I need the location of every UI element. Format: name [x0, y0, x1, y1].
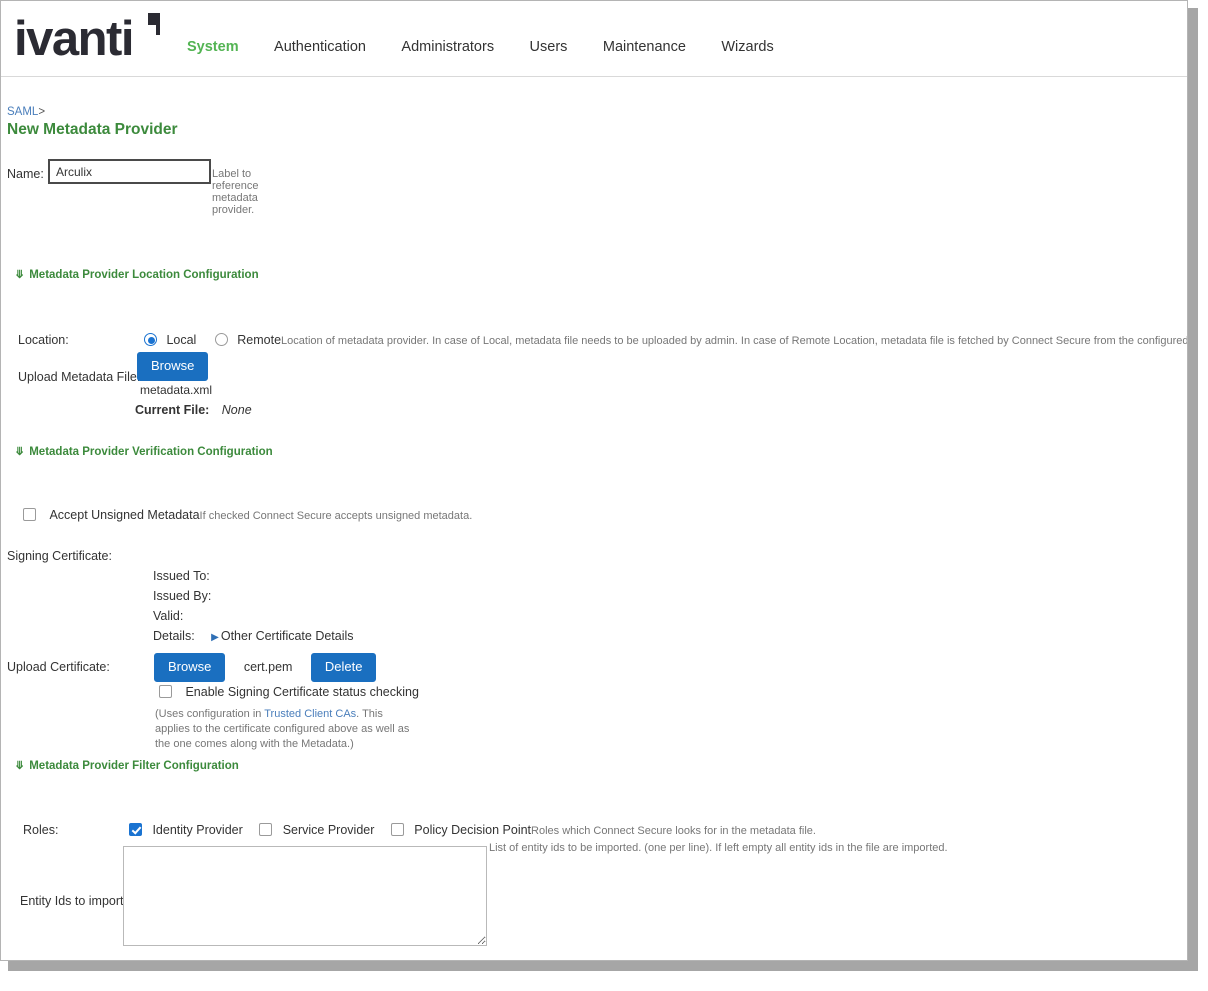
name-help-text: Label to reference metadata provider.	[212, 168, 259, 216]
upload-metadata-file-label: Upload Metadata File:	[18, 370, 141, 384]
nav-item-maintenance[interactable]: Maintenance	[603, 39, 686, 55]
accept-unsigned-label: Accept Unsigned Metadata	[49, 508, 200, 522]
browse-certificate-button[interactable]: Browse	[154, 653, 226, 682]
section-header-filter-label: Metadata Provider Filter Configuration	[29, 760, 239, 772]
chevron-down-icon: ⤋	[15, 269, 25, 281]
ivanti-logo-mark-stem-icon	[156, 13, 160, 35]
section-header-verification[interactable]: ⤋ Metadata Provider Verification Configur…	[15, 445, 273, 458]
nav-item-administrators[interactable]: Administrators	[401, 39, 494, 55]
current-file-row: Current File: None	[135, 401, 252, 419]
roles-checkbox-group: Identity Provider Service Provider Polic…	[129, 821, 816, 839]
location-radio-group: Local RemoteLocation of metadata provide…	[144, 331, 1188, 349]
upload-certificate-label: Upload Certificate:	[7, 660, 110, 674]
page-title: New Metadata Provider	[7, 121, 178, 138]
valid-label: Valid:	[153, 609, 184, 623]
location-help-text: Location of metadata provider. In case o…	[281, 335, 1188, 347]
chevron-down-icon: ⤋	[15, 446, 25, 458]
nav-item-system[interactable]: System	[187, 39, 239, 55]
role-service-provider-label: Service Provider	[282, 823, 375, 837]
section-header-location[interactable]: ⤋ Metadata Provider Location Configuratio…	[15, 268, 259, 281]
checkbox-role-identity-provider[interactable]	[129, 823, 142, 836]
checkbox-role-service-provider[interactable]	[259, 823, 273, 836]
radio-location-local-label: Local	[166, 333, 197, 347]
nav-item-authentication[interactable]: Authentication	[274, 39, 366, 55]
role-identity-provider-label: Identity Provider	[152, 823, 243, 837]
roles-help-text: Roles which Connect Secure looks for in …	[531, 825, 816, 837]
checkbox-enable-signing-cert-status-checking[interactable]	[159, 685, 172, 698]
app-window: ivanti System Authentication Administrat…	[0, 0, 1188, 961]
entity-ids-help-text: List of entity ids to be imported. (one …	[489, 842, 948, 854]
section-header-verification-label: Metadata Provider Verification Configura…	[29, 446, 273, 458]
roles-label: Roles:	[23, 823, 59, 837]
metadata-chosen-file: metadata.xml	[140, 383, 213, 397]
top-navigation-bar: ivanti System Authentication Administrat…	[1, 1, 1187, 77]
breadcrumb-item-saml[interactable]: SAML	[7, 106, 38, 118]
radio-location-remote-label: Remote	[237, 333, 282, 347]
current-file-label: Current File:	[135, 403, 210, 417]
other-certificate-details-label: Other Certificate Details	[220, 629, 354, 643]
ivanti-logo: ivanti	[14, 12, 134, 66]
upload-metadata-browse-button[interactable]: Browse	[137, 352, 209, 381]
accept-unsigned-row: Accept Unsigned MetadataIf checked Conne…	[23, 506, 472, 524]
status-check-label: Enable Signing Certificate status checki…	[185, 685, 419, 699]
details-label: Details:	[153, 629, 195, 643]
triangle-right-icon: ▶	[211, 632, 219, 643]
delete-certificate-button[interactable]: Delete	[310, 653, 377, 682]
chevron-down-icon: ⤋	[15, 760, 25, 772]
section-header-filter[interactable]: ⤋ Metadata Provider Filter Configuration	[15, 759, 239, 772]
browse-metadata-button-label[interactable]: Browse	[137, 352, 209, 381]
signing-certificate-label: Signing Certificate:	[7, 549, 112, 563]
checkbox-accept-unsigned-metadata[interactable]	[23, 508, 36, 521]
accept-unsigned-help-text: If checked Connect Secure accepts unsign…	[199, 510, 473, 522]
issued-by-label: Issued By:	[153, 589, 212, 603]
checkbox-role-policy-decision-point[interactable]	[390, 823, 404, 836]
name-input[interactable]	[48, 159, 211, 184]
nav-item-users[interactable]: Users	[530, 39, 568, 55]
nav-items: System Authentication Administrators Use…	[187, 39, 805, 57]
radio-location-remote[interactable]	[214, 333, 228, 346]
entity-ids-textarea[interactable]	[123, 846, 487, 946]
other-certificate-details-toggle[interactable]: ▶ Other Certificate Details	[211, 627, 353, 644]
status-check-note: (Uses configuration in Trusted Client CA…	[155, 707, 417, 752]
name-label: Name:	[7, 167, 44, 181]
nav-item-wizards[interactable]: Wizards	[721, 39, 773, 55]
current-file-value: None	[221, 403, 252, 417]
trusted-client-cas-link[interactable]: Trusted Client CAs	[264, 708, 356, 720]
radio-location-local[interactable]	[144, 333, 157, 346]
status-note-prefix: (Uses configuration in	[155, 708, 265, 720]
upload-certificate-controls: Browse cert.pem Delete	[154, 653, 377, 682]
certificate-details-block: Issued To: Issued By: Valid: Details: ▶ O…	[153, 567, 354, 645]
entity-ids-label: Entity Ids to import:	[20, 894, 127, 908]
role-policy-decision-point-label: Policy Decision Point	[414, 823, 532, 837]
certificate-chosen-file: cert.pem	[243, 660, 293, 674]
section-header-location-label: Metadata Provider Location Configuration	[29, 269, 259, 281]
breadcrumb-separator: >	[38, 106, 46, 118]
status-check-row: Enable Signing Certificate status checki…	[159, 683, 419, 701]
breadcrumb[interactable]: SAML>	[7, 106, 45, 118]
issued-to-label: Issued To:	[153, 569, 210, 583]
location-label: Location:	[18, 333, 69, 347]
